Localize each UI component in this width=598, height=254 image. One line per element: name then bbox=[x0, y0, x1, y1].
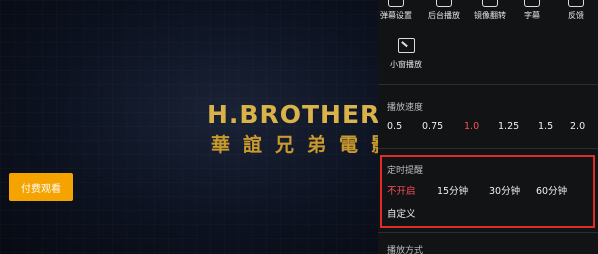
speed-option-1.25[interactable]: 1.25 bbox=[498, 121, 519, 132]
mirror-flip-item[interactable]: 镜像翻转 bbox=[468, 0, 512, 21]
speed-option-1.0[interactable]: 1.0 bbox=[464, 121, 479, 132]
mirror-flip-label: 镜像翻转 bbox=[474, 11, 506, 20]
mini-window-label: 小窗播放 bbox=[390, 60, 422, 69]
feedback-icon bbox=[568, 0, 584, 7]
speed-option-0.75[interactable]: 0.75 bbox=[422, 121, 443, 132]
danmaku-settings-icon bbox=[388, 0, 404, 7]
subtitle-label: 字幕 bbox=[524, 11, 540, 20]
studio-logo-en: H.BROTHERS bbox=[207, 100, 378, 129]
feedback-label: 反馈 bbox=[568, 11, 584, 20]
speed-option-0.5[interactable]: 0.5 bbox=[387, 121, 402, 132]
background-play-item[interactable]: 后台播放 bbox=[422, 0, 466, 21]
speed-option-2.0[interactable]: 2.0 bbox=[570, 121, 585, 132]
subtitle-icon bbox=[524, 0, 540, 7]
top-options-row: 弹幕设置 后台播放 镜像翻转 字幕 反馈 bbox=[378, 0, 598, 26]
danmaku-settings-item[interactable]: 弹幕设置 bbox=[378, 0, 418, 21]
mirror-flip-icon bbox=[482, 0, 498, 7]
pay-to-watch-button[interactable]: 付费观看 bbox=[9, 173, 73, 201]
background-play-icon bbox=[436, 0, 452, 7]
speed-option-1.5[interactable]: 1.5 bbox=[538, 121, 553, 132]
studio-logo-cn: 華誼兄弟電影 bbox=[211, 134, 378, 156]
divider bbox=[378, 84, 598, 85]
play-mode-section-title: 播放方式 bbox=[387, 246, 424, 254]
divider bbox=[378, 232, 598, 233]
speed-section-title: 播放速度 bbox=[387, 103, 424, 113]
timer-section-highlight bbox=[380, 155, 595, 228]
mini-window-item[interactable]: 小窗播放 bbox=[384, 38, 428, 70]
background-play-label: 后台播放 bbox=[428, 11, 460, 20]
feedback-item[interactable]: 反馈 bbox=[554, 0, 598, 21]
video-player[interactable]: H.BROTHERS 華誼兄弟電影 付费观看 bbox=[0, 0, 378, 254]
subtitle-item[interactable]: 字幕 bbox=[510, 0, 554, 21]
divider bbox=[378, 148, 598, 149]
picture-in-picture-icon bbox=[397, 38, 415, 53]
danmaku-settings-label: 弹幕设置 bbox=[380, 11, 412, 20]
